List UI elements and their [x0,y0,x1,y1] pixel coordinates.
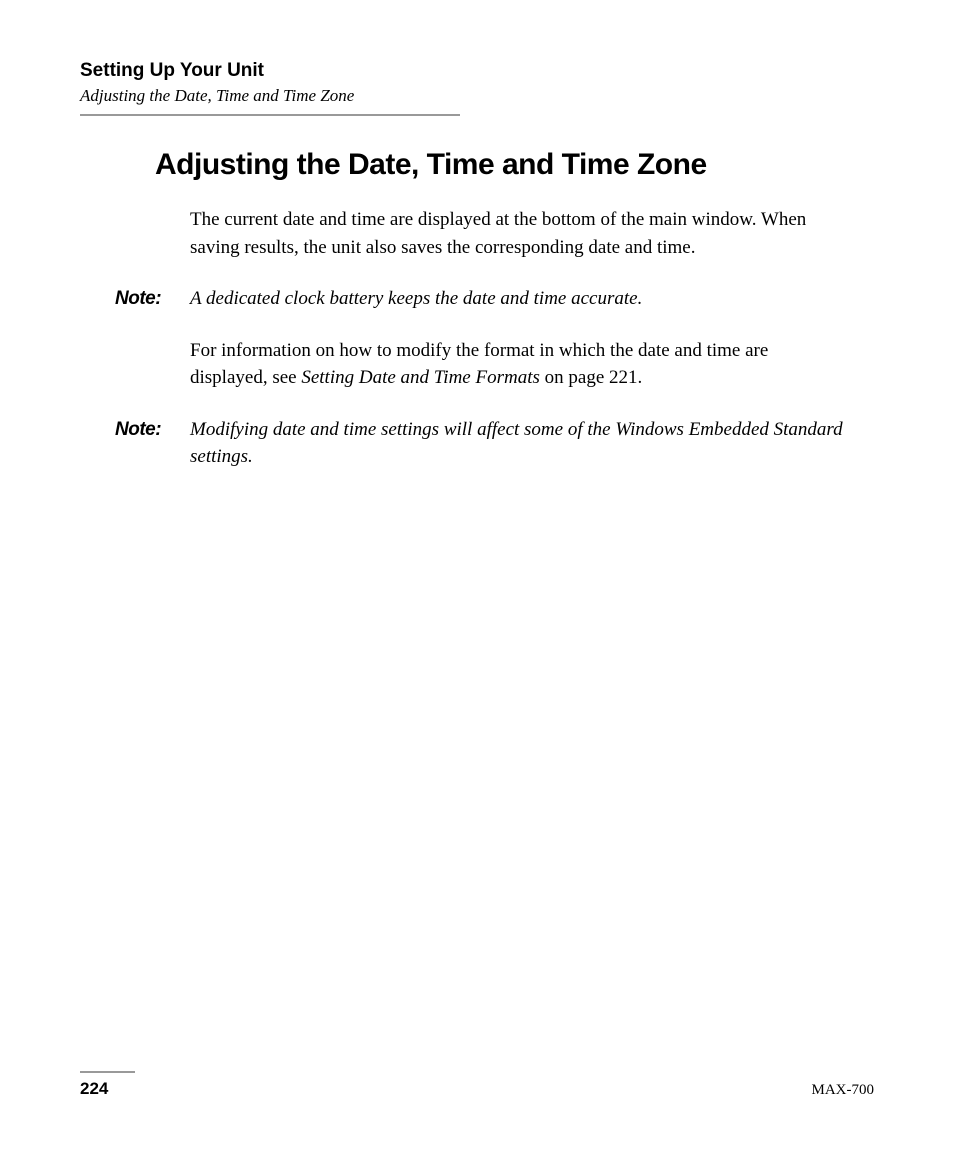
page-header: Setting Up Your Unit Adjusting the Date,… [80,60,874,116]
page-number: 224 [80,1079,108,1099]
note-text: Modifying date and time settings will af… [190,416,844,471]
note-block-1: Note: A dedicated clock battery keeps th… [115,285,844,313]
note-label: Note: [115,416,190,471]
chapter-title: Setting Up Your Unit [80,60,874,82]
footer-divider [80,1071,135,1073]
page-footer: 224 MAX-700 [80,1071,874,1099]
main-heading: Adjusting the Date, Time and Time Zone [155,148,874,182]
cross-reference: Setting Date and Time Formats [301,367,540,388]
body-paragraph-2: For information on how to modify the for… [190,337,844,392]
section-name: Adjusting the Date, Time and Time Zone [80,86,874,106]
body-paragraph-1: The current date and time are displayed … [190,206,844,261]
note-text: A dedicated clock battery keeps the date… [190,285,844,313]
product-name: MAX-700 [812,1082,875,1099]
document-page: Setting Up Your Unit Adjusting the Date,… [0,0,954,1159]
note-block-2: Note: Modifying date and time settings w… [115,416,844,471]
footer-row: 224 MAX-700 [80,1079,874,1099]
para2-post: on page 221. [540,367,642,388]
note-label: Note: [115,285,190,313]
header-divider [80,114,460,116]
